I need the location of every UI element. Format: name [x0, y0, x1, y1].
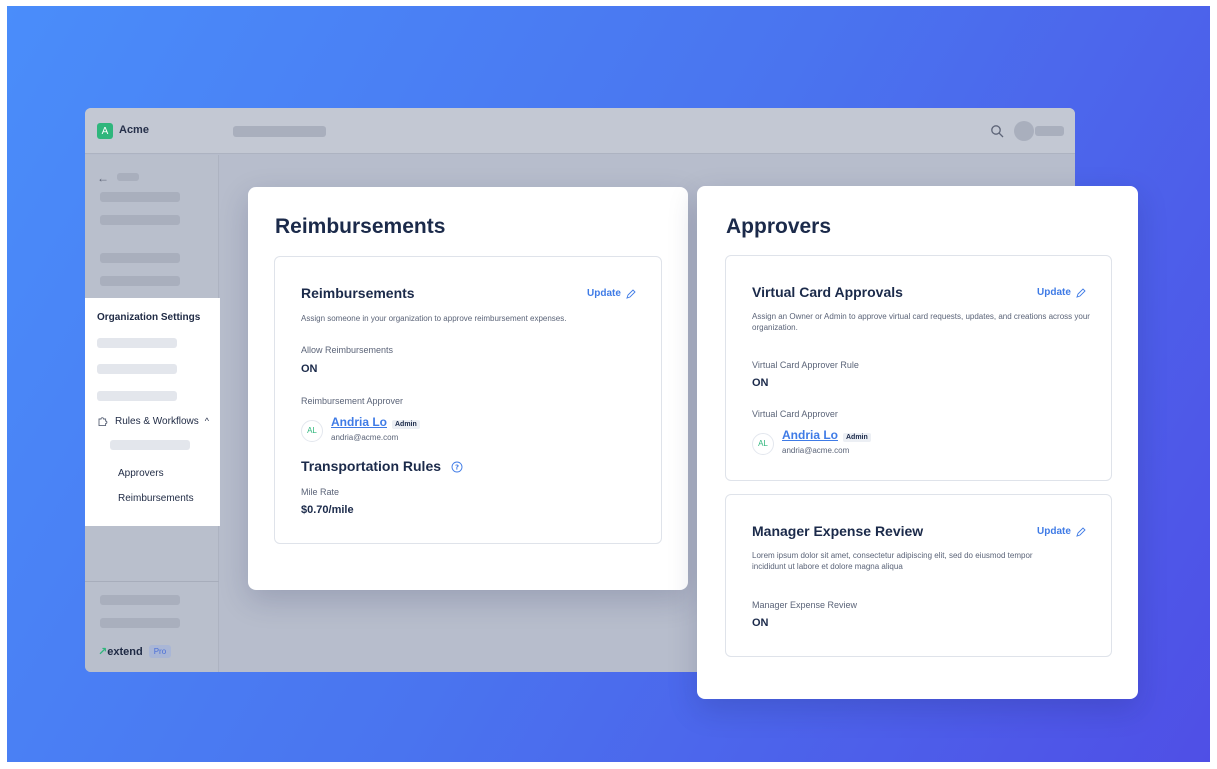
page-title: Reimbursements: [275, 215, 446, 238]
update-button[interactable]: Update: [587, 288, 636, 299]
allow-reimbursements-value: ON: [301, 363, 318, 375]
section-title: Manager Expense Review: [752, 523, 924, 539]
section-title: Virtual Card Approvals: [752, 284, 903, 300]
nav-rules-workflows[interactable]: Rules & Workflows ^: [97, 415, 209, 427]
chevron-up-icon: ^: [204, 416, 209, 426]
breadcrumb-placeholder: [233, 126, 326, 137]
approver-email: andria@acme.com: [782, 446, 850, 455]
pencil-icon: [1076, 287, 1086, 298]
back-arrow-icon[interactable]: ←: [97, 171, 109, 185]
approvers-title: Approvers: [726, 215, 832, 238]
section-description: Assign an Owner or Admin to approve virt…: [752, 312, 1090, 332]
avatar: AL: [301, 419, 323, 442]
manager-expense-review-section: Manager Expense Review Update Lorem ipsu…: [725, 494, 1112, 657]
transportation-rules-title: Transportation Rules ?: [301, 458, 463, 474]
search-icon[interactable]: [990, 124, 1004, 138]
pencil-icon: [1076, 526, 1086, 537]
sidebar-placeholder: [100, 618, 180, 628]
org-settings-title: Organization Settings: [97, 312, 201, 323]
section-description: Assign someone in your organization to a…: [301, 314, 567, 323]
extend-logo: ↗extend: [98, 646, 143, 658]
plan-badge: Pro: [148, 645, 172, 658]
nav-approvers[interactable]: Approvers: [118, 468, 164, 479]
approver-name-link[interactable]: Andria Lo: [331, 415, 387, 429]
sidebar-placeholder: [100, 276, 180, 286]
manager-review-value: ON: [752, 617, 769, 629]
sidebar-placeholder: [117, 173, 139, 181]
update-button[interactable]: Update: [1037, 526, 1086, 537]
reimbursements-card: Reimbursements Reimbursements Update Ass…: [248, 187, 688, 590]
sidebar-placeholder: [100, 595, 180, 605]
approver-label: Virtual Card Approver: [752, 409, 838, 419]
update-button[interactable]: Update: [1037, 287, 1086, 298]
role-badge: Admin: [392, 420, 420, 429]
rules-workflows-label: Rules & Workflows: [115, 415, 199, 427]
approver-entry: AL Andria Lo Admin andria@acme.com: [752, 426, 871, 455]
sidebar-placeholder: [100, 215, 180, 225]
nav-placeholder[interactable]: [97, 364, 177, 374]
approver-label: Reimbursement Approver: [301, 396, 404, 406]
org-name[interactable]: Acme: [119, 124, 149, 136]
role-badge: Admin: [843, 433, 871, 442]
approver-rule-value: ON: [752, 377, 769, 389]
approvers-card: Approvers Virtual Card Approvals Update …: [697, 186, 1138, 699]
sidebar-placeholder: [100, 192, 180, 202]
info-circle-icon[interactable]: ?: [451, 461, 463, 473]
user-avatar[interactable]: [1014, 121, 1034, 141]
puzzle-icon: [98, 417, 108, 427]
avatar: AL: [752, 432, 774, 455]
top-bar: A Acme: [85, 108, 1075, 154]
approver-rule-label: Virtual Card Approver Rule: [752, 360, 859, 370]
svg-text:?: ?: [455, 464, 459, 472]
allow-reimbursements-label: Allow Reimbursements: [301, 345, 394, 355]
section-title: Reimbursements: [301, 285, 415, 301]
section-description: Lorem ipsum dolor sit amet, consectetur …: [752, 551, 1033, 571]
reimbursements-section: Reimbursements Update Assign someone in …: [274, 256, 662, 544]
manager-review-label: Manager Expense Review: [752, 600, 858, 610]
nav-reimbursements[interactable]: Reimbursements: [118, 493, 194, 504]
approver-email: andria@acme.com: [331, 433, 399, 442]
sidebar-placeholder: [100, 253, 180, 263]
mile-rate-value: $0.70/mile: [301, 504, 354, 516]
org-logo[interactable]: A: [97, 123, 113, 139]
nav-placeholder[interactable]: [110, 440, 190, 450]
approver-name-link[interactable]: Andria Lo: [782, 428, 838, 442]
user-name-placeholder: [1035, 126, 1064, 136]
divider: [85, 581, 219, 582]
approver-entry: AL Andria Lo Admin andria@acme.com: [301, 413, 420, 442]
nav-placeholder[interactable]: [97, 338, 177, 348]
nav-placeholder[interactable]: [97, 391, 177, 401]
brand-footer: ↗extend Pro: [98, 645, 172, 658]
pencil-icon: [626, 288, 636, 299]
organization-settings-panel: Organization Settings Rules & Workflows …: [85, 298, 220, 526]
mile-rate-label: Mile Rate: [301, 487, 340, 497]
virtual-card-approvals-section: Virtual Card Approvals Update Assign an …: [725, 255, 1112, 481]
